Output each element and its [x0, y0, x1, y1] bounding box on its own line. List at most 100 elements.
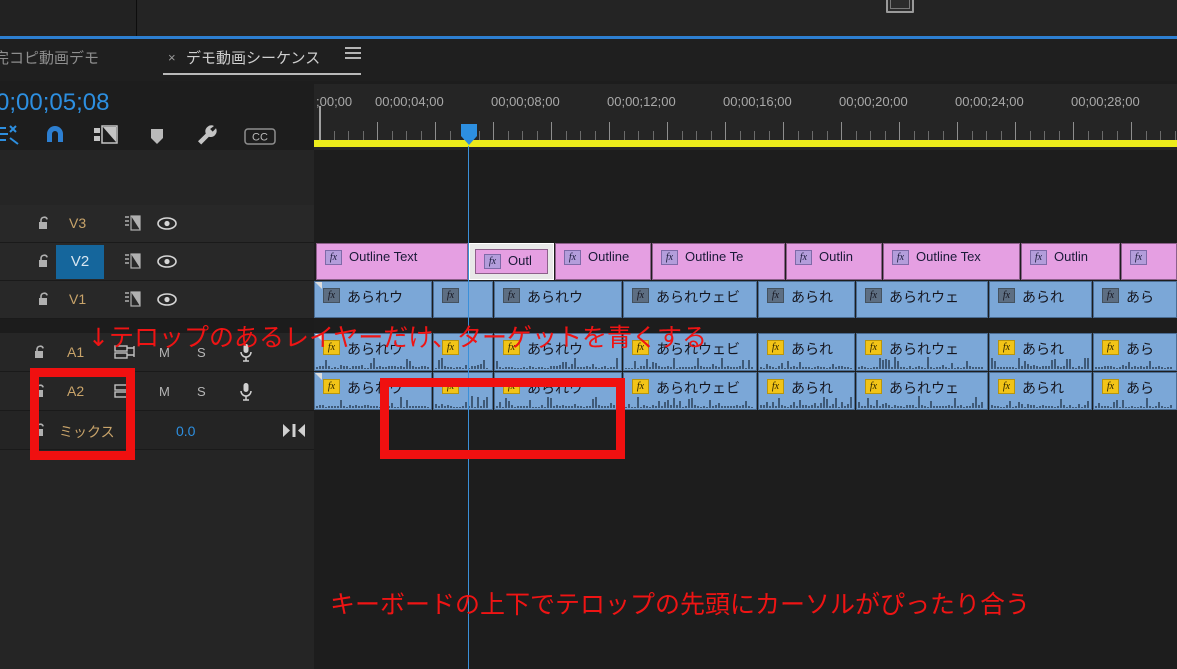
clip-label: あられウ — [347, 289, 403, 305]
ruler-minor-tick — [421, 131, 422, 140]
ruler-minor-tick — [870, 131, 871, 140]
timeline-ruler[interactable]: ;00;00 00;00;04;00 00;00;08;00 00;00;12;… — [314, 84, 1177, 150]
work-area-bar[interactable] — [314, 140, 1177, 147]
clip[interactable]: fx — [1121, 243, 1177, 280]
tab-kanpi-demo[interactable]: 完コピ動画デモ — [0, 47, 99, 68]
clip[interactable]: fx Outline Text — [316, 243, 468, 280]
ruler-minor-tick — [769, 131, 770, 140]
ruler-major-tick — [783, 122, 784, 140]
ruler-minor-tick — [334, 131, 335, 140]
clip[interactable]: fx あられウェ — [856, 333, 988, 371]
clip[interactable]: fx あられウェビ — [623, 372, 757, 410]
clip[interactable]: fx あられ — [758, 281, 855, 318]
track-label-v2: V2 — [70, 253, 90, 270]
timeline-toolbar: CC — [0, 122, 314, 150]
clip[interactable]: fx — [433, 281, 493, 318]
fx-badge-icon: fx — [632, 288, 649, 303]
clip[interactable]: fx Outline — [555, 243, 651, 280]
linked-selection-icon[interactable] — [90, 122, 120, 150]
ruler-minor-tick — [1044, 131, 1045, 140]
fx-badge-icon: fx — [998, 288, 1015, 303]
unlock-icon[interactable] — [34, 345, 47, 360]
ruler-minor-tick — [566, 131, 567, 140]
unlock-icon[interactable] — [38, 216, 51, 231]
clip[interactable]: fx Outlin — [1021, 243, 1120, 280]
playhead-timecode[interactable]: 0;00;05;08 — [0, 89, 109, 117]
ruler-minor-tick — [1175, 131, 1176, 140]
clip[interactable]: fx あられ — [758, 333, 855, 371]
clip[interactable]: fx あられ — [758, 372, 855, 410]
fx-badge-icon: fx — [1130, 250, 1147, 265]
clip[interactable]: fx Outline Te — [652, 243, 785, 280]
annotation-top-note: ↓テロップのあるレイヤーだけ、ターゲットを青くする — [88, 323, 707, 352]
ruler-label: ;00;00 — [316, 94, 353, 109]
audio-waveform — [991, 395, 1090, 408]
fx-badge-icon: fx — [564, 250, 581, 265]
voiceover-mic-icon[interactable] — [239, 382, 252, 401]
track-header-v2[interactable]: V2 — [0, 243, 314, 280]
magnet-snap-icon[interactable] — [40, 122, 70, 150]
clip-label: あら — [1126, 289, 1154, 305]
clip[interactable]: fx あられ — [989, 372, 1092, 410]
ruler-minor-tick — [1102, 131, 1103, 140]
hamburger-menu-icon[interactable] — [345, 47, 361, 61]
clip[interactable]: fx あられウェビ — [623, 281, 757, 318]
mute-button-a2[interactable]: M — [159, 384, 170, 399]
ruler-minor-tick — [943, 131, 944, 140]
add-marker-icon[interactable] — [142, 122, 172, 150]
audio-waveform — [760, 356, 853, 369]
clip[interactable]: fx あられウェ — [856, 372, 988, 410]
clip[interactable]: fx あら — [1093, 333, 1177, 371]
clip[interactable]: fx あられ — [989, 333, 1092, 371]
fx-badge-icon: fx — [767, 379, 784, 394]
close-icon[interactable]: × — [168, 50, 176, 65]
ruler-minor-tick — [522, 131, 523, 140]
ruler-minor-tick — [348, 131, 349, 140]
ruler-minor-tick — [696, 131, 697, 140]
svg-text:CC: CC — [252, 132, 268, 144]
playhead-handle[interactable] — [459, 124, 479, 146]
audio-waveform — [625, 356, 755, 369]
highlight-box-telop-clips — [380, 378, 625, 459]
fx-badge-icon: fx — [632, 379, 649, 394]
fx-badge-icon: fx — [767, 288, 784, 303]
pan-balance-icon[interactable] — [282, 423, 305, 437]
sequence-start-marker — [319, 106, 321, 140]
clip[interactable]: fx あられウェ — [856, 281, 988, 318]
ruler-minor-tick — [972, 131, 973, 140]
eye-icon[interactable] — [157, 293, 177, 306]
ruler-label: 00;00;16;00 — [723, 94, 792, 109]
clip-selected[interactable]: fx Outl — [475, 249, 548, 274]
mix-level-value[interactable]: 0.0 — [176, 423, 195, 439]
clip[interactable]: fx あら — [1093, 372, 1177, 410]
closed-captions-icon[interactable]: CC — [242, 122, 278, 150]
tab-demo-sequence[interactable]: デモ動画シーケンス — [186, 47, 320, 68]
fx-badge-icon: fx — [1102, 340, 1119, 355]
clip[interactable]: fx あら — [1093, 281, 1177, 318]
unlock-icon[interactable] — [38, 254, 51, 269]
clip[interactable]: fx あられ — [989, 281, 1092, 318]
upper-panel-right-pane — [138, 0, 1177, 36]
track-header-v1[interactable]: V1 — [0, 281, 314, 318]
ruler-minor-tick — [682, 131, 683, 140]
source-patch-icon[interactable] — [124, 215, 142, 232]
clip[interactable]: fx あられウ — [314, 281, 432, 318]
source-patch-icon[interactable] — [124, 291, 142, 308]
clip[interactable]: fx Outlin — [786, 243, 882, 280]
wrench-settings-icon[interactable] — [192, 122, 222, 150]
clip[interactable]: fx あられウ — [494, 281, 622, 318]
ruler-minor-tick — [450, 131, 451, 140]
track-header-v3[interactable]: 1 V3 — [0, 205, 314, 242]
clip[interactable]: fx Outline Tex — [883, 243, 1020, 280]
unlock-icon[interactable] — [38, 292, 51, 307]
solo-button-a2[interactable]: S — [197, 384, 206, 399]
audio-waveform — [991, 356, 1090, 369]
eye-icon[interactable] — [157, 217, 177, 230]
eye-icon[interactable] — [157, 255, 177, 268]
source-patch-icon[interactable] — [124, 253, 142, 270]
clip-label: Outline Text — [349, 249, 418, 264]
ruler-major-tick — [1073, 122, 1074, 140]
fx-badge-icon: fx — [323, 288, 340, 303]
track-target-toggle-v2[interactable]: V2 — [56, 245, 104, 279]
nest-sequence-icon[interactable] — [0, 122, 24, 150]
